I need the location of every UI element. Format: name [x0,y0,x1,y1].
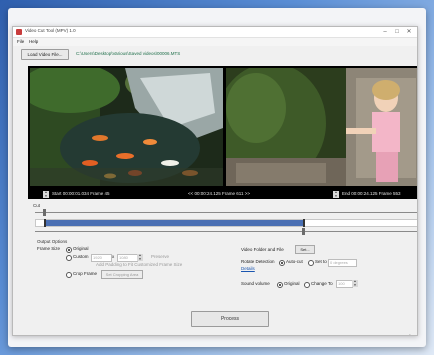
crop-frame-radio[interactable] [66,272,72,278]
size-x-label: x [112,254,115,259]
preserve-label: Preserve [151,254,170,259]
auto-cut-radio[interactable] [279,260,285,266]
frame-size-label: Frame Size [37,246,61,251]
custom-width-field[interactable]: 1920 [91,254,112,262]
koi-pond-image [30,68,223,186]
cut-label: Cut [33,203,41,208]
current-time-label: << 00:00:24.125 Frame 611 >> [188,191,250,196]
video-cut-icon [16,29,22,35]
set-to-radio[interactable] [308,260,314,266]
close-button[interactable]: ✕ [403,28,415,36]
app-window: Video Cut Tool (MPV) 1.0 – □ ✕ File Help… [12,26,418,336]
mouse-cursor-icon [409,334,411,335]
slider-thumb[interactable] [302,228,306,235]
crop-frame-label: Crop Frame [73,271,98,276]
sound-volume-label: Sound volume [241,281,270,286]
selected-range [43,220,304,226]
end-frame-preview [226,68,417,186]
set-cropping-button[interactable]: Set Cropping Area [101,270,143,279]
rotation-field[interactable]: 0 degrees [328,259,357,267]
sound-original-label: Original [284,281,300,286]
menu-bar: File Help [13,38,417,46]
end-frame-stepper[interactable]: ▲ ▼ [333,190,339,198]
change-to-radio[interactable] [304,282,310,288]
padding-hint: Add Padding to Fit Customized Frame Size [96,262,183,267]
slider-thumb[interactable] [42,209,46,216]
start-time-label: Start 00:00:01.034 Frame 45 [52,191,110,196]
details-link[interactable]: Details [241,266,255,271]
height-stepper[interactable]: ▲ ▼ [137,253,143,261]
time-info-bar: ▲ ▼ Start 00:00:01.034 Frame 45 << 00:00:… [28,190,417,199]
cut-range-bar[interactable] [35,219,417,227]
start-frame-stepper[interactable]: ▲ ▼ [43,190,49,198]
frame-custom-radio[interactable] [66,255,72,261]
slider-track [35,212,417,213]
range-start-handle[interactable] [43,219,46,227]
maximize-button[interactable]: □ [391,28,403,36]
title-bar: Video Cut Tool (MPV) 1.0 – □ ✕ [13,27,417,38]
file-path-label: C:\Users\Desktop\Various\Saved videos\00… [76,51,181,56]
volume-field[interactable]: 100 [336,280,353,288]
rotate-detection-label: Rotate Detection [241,259,275,264]
minimize-button[interactable]: – [379,28,391,36]
window-title: Video Cut Tool (MPV) 1.0 [25,28,76,33]
load-video-button[interactable]: Load Video File... [21,49,69,60]
output-options-label: Output Options [37,239,68,244]
set-folder-button[interactable]: Set... [295,245,315,254]
volume-stepper[interactable]: ▲ ▼ [352,279,358,287]
cut-start-slider[interactable] [35,209,417,217]
set-to-label: Set to [315,259,327,264]
end-time-label: End 00:00:24.125 Frame 553 [342,191,401,196]
sound-original-radio[interactable] [277,282,283,288]
frame-original-label: Original [73,246,89,251]
frame-original-radio[interactable] [66,247,72,253]
custom-height-field[interactable]: 1080 [117,254,138,262]
slider-track [35,231,417,232]
video-folder-label: Video Folder and File [241,247,284,252]
process-button[interactable]: Process [191,311,269,327]
auto-cut-label: Auto-cut [286,259,303,264]
menu-help[interactable]: Help [29,39,38,44]
cut-end-slider[interactable] [35,228,417,236]
girl-garden-image [226,68,417,186]
frame-custom-label: Custom [73,254,89,259]
range-end-handle[interactable] [303,219,306,227]
change-to-label: Change To [311,281,333,286]
video-preview-area [28,66,417,190]
menu-file[interactable]: File [17,39,24,44]
start-frame-preview [30,68,223,186]
